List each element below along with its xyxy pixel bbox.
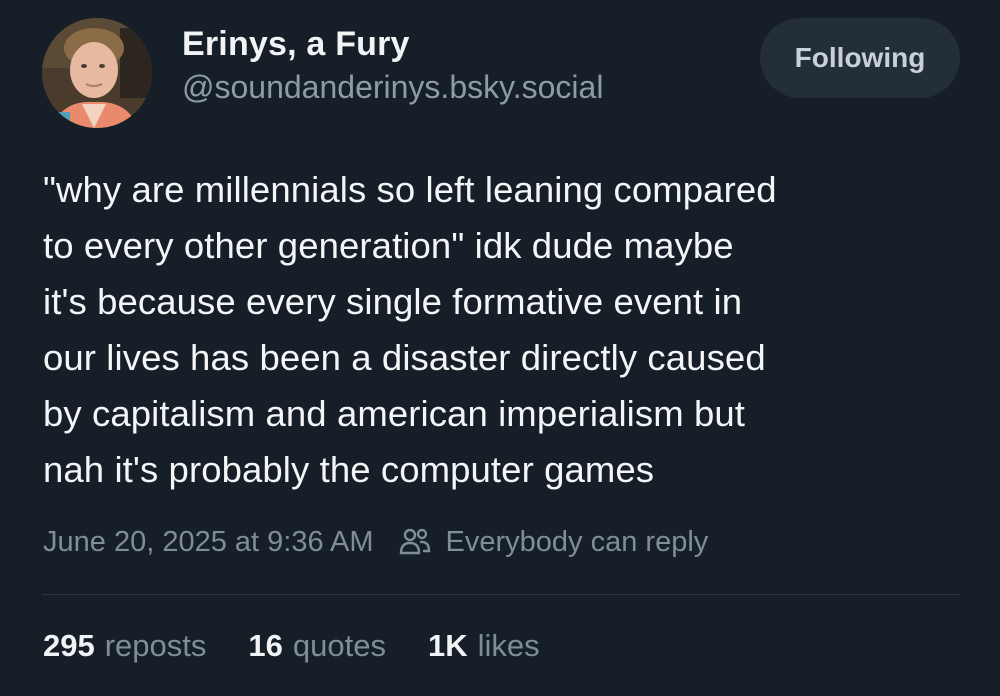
post-header: Erinys, a Fury @soundanderinys.bsky.soci… bbox=[42, 18, 960, 128]
quotes-count: 16 bbox=[248, 628, 283, 663]
author-names: Erinys, a Fury @soundanderinys.bsky.soci… bbox=[182, 22, 603, 108]
likes-label: likes bbox=[477, 628, 540, 663]
reposts-count: 295 bbox=[43, 628, 95, 663]
quotes-label: quotes bbox=[292, 628, 386, 663]
people-icon bbox=[398, 525, 432, 559]
quotes-stat[interactable]: 16 quotes bbox=[248, 628, 386, 664]
likes-stat[interactable]: 1K likes bbox=[428, 628, 540, 664]
author-display-name[interactable]: Erinys, a Fury bbox=[182, 22, 603, 66]
post-timestamp[interactable]: June 20, 2025 at 9:36 AM bbox=[43, 526, 374, 559]
following-button[interactable]: Following bbox=[760, 18, 960, 98]
post-body-text: "why are millennials so left leaning com… bbox=[43, 169, 777, 490]
avatar[interactable] bbox=[42, 18, 152, 128]
post-meta: June 20, 2025 at 9:36 AM Everybody can r… bbox=[43, 520, 708, 564]
likes-count: 1K bbox=[427, 628, 468, 663]
post-stats: 295 reposts 16 quotes 1K likes bbox=[43, 628, 582, 664]
author-handle[interactable]: @soundanderinys.bsky.social bbox=[182, 66, 603, 108]
post-thread-view: Erinys, a Fury @soundanderinys.bsky.soci… bbox=[0, 0, 1000, 696]
reposts-label: reposts bbox=[104, 628, 207, 663]
divider bbox=[42, 594, 960, 595]
reply-setting-label: Everybody can reply bbox=[445, 525, 709, 558]
reposts-stat[interactable]: 295 reposts bbox=[43, 628, 206, 664]
avatar-image bbox=[42, 18, 152, 128]
reply-setting: Everybody can reply bbox=[398, 525, 709, 559]
